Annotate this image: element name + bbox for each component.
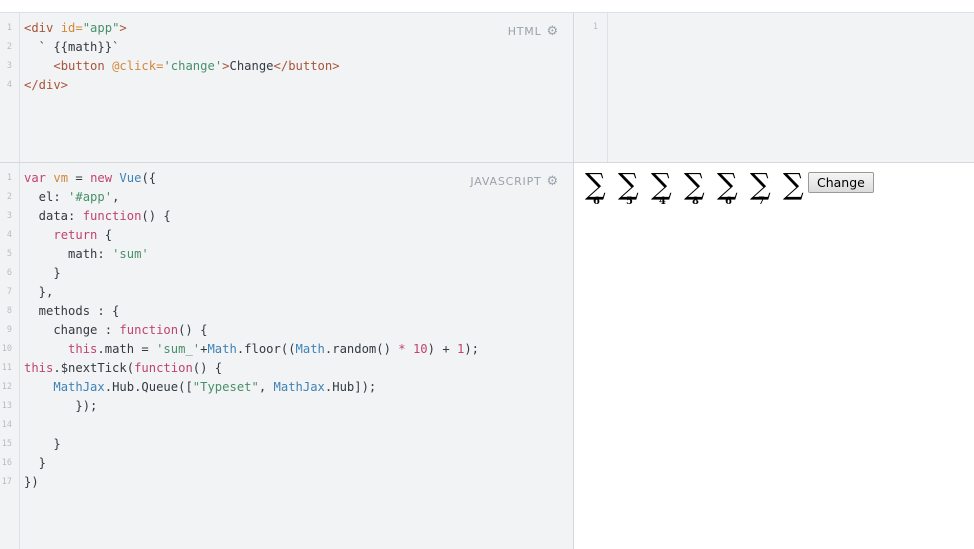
code-line: 8 methods : { [0,302,573,321]
line-number: 8 [6,306,12,316]
line-number: 13 [1,401,12,411]
line-number: 3 [6,61,12,71]
code-line: 13 }); [0,397,573,416]
code-line: 5 math: 'sum' [0,245,573,264]
line-number: 9 [6,325,12,335]
code-line: 4 return { [0,226,573,245]
html-code[interactable]: 1 <div id="app"> 2 ` {{math}}` 3 <button … [0,19,573,95]
sum-symbol: ∑ 4 [651,167,672,207]
code-line: 7 }, [0,283,573,302]
sum-subscript: 5 [626,196,633,207]
output-pane: ∑ 6 ∑ 5 ∑ 4 ∑ 8 ∑ 6 ∑ 7 ∑ Change [574,163,974,549]
line-number: 12 [1,382,12,392]
code-line: 15 } [0,435,573,454]
sum-subscript: 7 [758,196,765,207]
code-line: 12 MathJax.Hub.Queue(["Typeset", MathJax… [0,378,573,397]
code-line: 11 this.$nextTick(function() { [0,359,573,378]
line-number: 3 [6,211,12,221]
code-line: 14 [0,416,573,435]
sum-symbol: ∑ 6 [585,167,606,207]
line-number: 1 [6,173,12,183]
code-line: 3 data: function() { [0,207,573,226]
line-number: 10 [1,344,12,354]
code-line: 3 <button @click='change'>Change</button… [0,57,573,76]
sum-subscript: 6 [593,196,600,207]
sum-subscript: 6 [725,196,732,207]
html-editor[interactable]: HTML ⚙ 1 <div id="app"> 2 ` {{math}}` 3 <… [0,13,573,163]
code-line: 17}) [0,473,573,492]
line-number: 5 [6,249,12,259]
line-number: 4 [6,230,12,240]
js-editor[interactable]: JAVASCRIPT ⚙ 1 var vm = new Vue({ 2 el: '… [0,163,573,549]
line-number: 16 [1,458,12,468]
line-number: 2 [6,42,12,52]
css-editor[interactable]: 1 [574,13,974,163]
sum-symbol: ∑ 7 [750,167,771,207]
code-line: 1 var vm = new Vue({ [0,169,573,188]
sum-symbol: ∑ 6 [717,167,738,207]
sum-subscript: 4 [659,196,666,207]
code-line: 9 change : function() { [0,321,573,340]
math-output: ∑ 6 ∑ 5 ∑ 4 ∑ 8 ∑ 6 ∑ 7 ∑ [582,167,813,209]
change-button[interactable]: Change [808,172,874,193]
line-number: 4 [6,80,12,90]
code-line: 16 } [0,454,573,473]
code-line: 1 <div id="app"> [0,19,573,38]
line-number: 17 [1,477,12,487]
line-number: 11 [1,363,12,373]
top-bar [0,0,974,13]
code-line: 6 } [0,264,573,283]
code-line: 4 </div> [0,76,573,95]
line-number: 15 [1,439,12,449]
line-number: 1 [6,23,12,33]
line-number: 7 [6,287,12,297]
code-line: 2 el: '#app', [0,188,573,207]
sum-symbol: ∑ 8 [684,167,705,207]
sum-subscript: 8 [692,196,699,207]
sum-symbol: ∑ 5 [618,167,639,207]
code-line: 10 this.math = 'sum_'+Math.floor((Math.r… [0,340,573,359]
line-number: 2 [6,192,12,202]
code-line: 2 ` {{math}}` [0,38,573,57]
js-code[interactable]: 1 var vm = new Vue({ 2 el: '#app', 3 data… [0,169,573,492]
line-number: 6 [6,268,12,278]
line-number: 14 [1,420,12,430]
css-gutter [574,13,608,162]
line-number: 1 [592,22,598,32]
